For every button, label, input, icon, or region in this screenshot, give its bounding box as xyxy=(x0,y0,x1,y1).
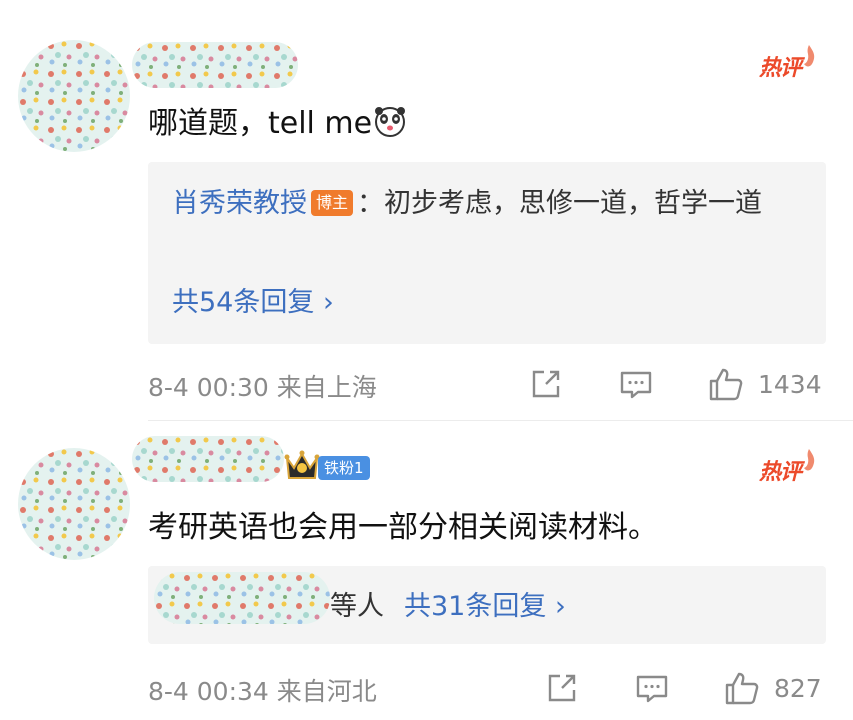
panda-face-emoji xyxy=(374,105,406,137)
comment-footer: 8-4 00:30 来自上海 1434 xyxy=(148,364,825,404)
comment-text: 哪道题，tell me xyxy=(148,98,406,142)
reply-button[interactable] xyxy=(618,366,654,402)
comment-footer: 8-4 00:34 来自河北 827 xyxy=(148,668,825,708)
hot-label: 热评 xyxy=(759,460,802,485)
reply-count-link[interactable]: 共31条回复 › xyxy=(404,584,566,623)
thumbs-up-icon xyxy=(725,672,759,705)
share-icon xyxy=(548,674,576,702)
time-location: 8-4 00:34 来自河北 xyxy=(148,677,377,706)
comment-item: 热评 哪道题，tell me 肖秀荣教授 博主 ：初步考虑，思修一道，哲学一道 共5… xyxy=(0,0,853,420)
avatar[interactable] xyxy=(18,448,130,560)
reply-author[interactable]: 肖秀荣教授 xyxy=(172,188,307,219)
time-location: 8-4 00:30 来自上海 xyxy=(148,373,377,402)
like-count: 827 xyxy=(774,673,822,703)
host-badge: 博主 xyxy=(311,190,354,216)
share-button[interactable] xyxy=(544,670,580,706)
fan-level-badge: 铁粉1 xyxy=(318,456,370,480)
reply-count-link[interactable]: 共54条回复 › xyxy=(172,280,334,319)
share-icon xyxy=(532,370,560,398)
reply-others-label: 等人 xyxy=(330,591,384,622)
like-button[interactable]: 1434 xyxy=(708,366,822,402)
reply-button[interactable] xyxy=(634,670,670,706)
flame-icon xyxy=(804,449,815,471)
crown-icon xyxy=(284,446,320,484)
flame-icon xyxy=(804,45,815,67)
reply-preview[interactable]: 肖秀荣教授 博主 ：初步考虑，思修一道，哲学一道 共54条回复 › xyxy=(148,162,826,344)
reply-preview-line: 肖秀荣教授 博主 ：初步考虑，思修一道，哲学一道 xyxy=(172,182,786,226)
hot-comment-badge: 热评 xyxy=(759,448,819,488)
comment-text-content: 哪道题，tell me xyxy=(148,106,373,141)
reply-preview[interactable]: 等人 共31条回复 › xyxy=(148,566,826,644)
comment-text: 考研英语也会用一部分相关阅读材料。 xyxy=(148,510,658,545)
hot-label: 热评 xyxy=(759,56,802,81)
avatar[interactable] xyxy=(18,40,130,152)
like-count: 1434 xyxy=(758,369,822,399)
hot-comment-badge: 热评 xyxy=(759,44,819,84)
thumbs-up-icon xyxy=(709,368,743,401)
comment-icon xyxy=(620,371,652,399)
reply-authors-blurred xyxy=(154,572,330,624)
like-button[interactable]: 827 xyxy=(724,670,822,706)
username-blurred[interactable] xyxy=(132,436,284,482)
comment-divider xyxy=(148,420,853,421)
comment-item: 铁粉1 热评 考研英语也会用一部分相关阅读材料。 等人 共31条回复 › 8-4… xyxy=(0,424,853,720)
reply-content: ：初步考虑，思修一道，哲学一道 xyxy=(357,188,763,219)
share-button[interactable] xyxy=(528,366,564,402)
comment-icon xyxy=(636,675,668,703)
username-blurred[interactable] xyxy=(132,42,298,88)
